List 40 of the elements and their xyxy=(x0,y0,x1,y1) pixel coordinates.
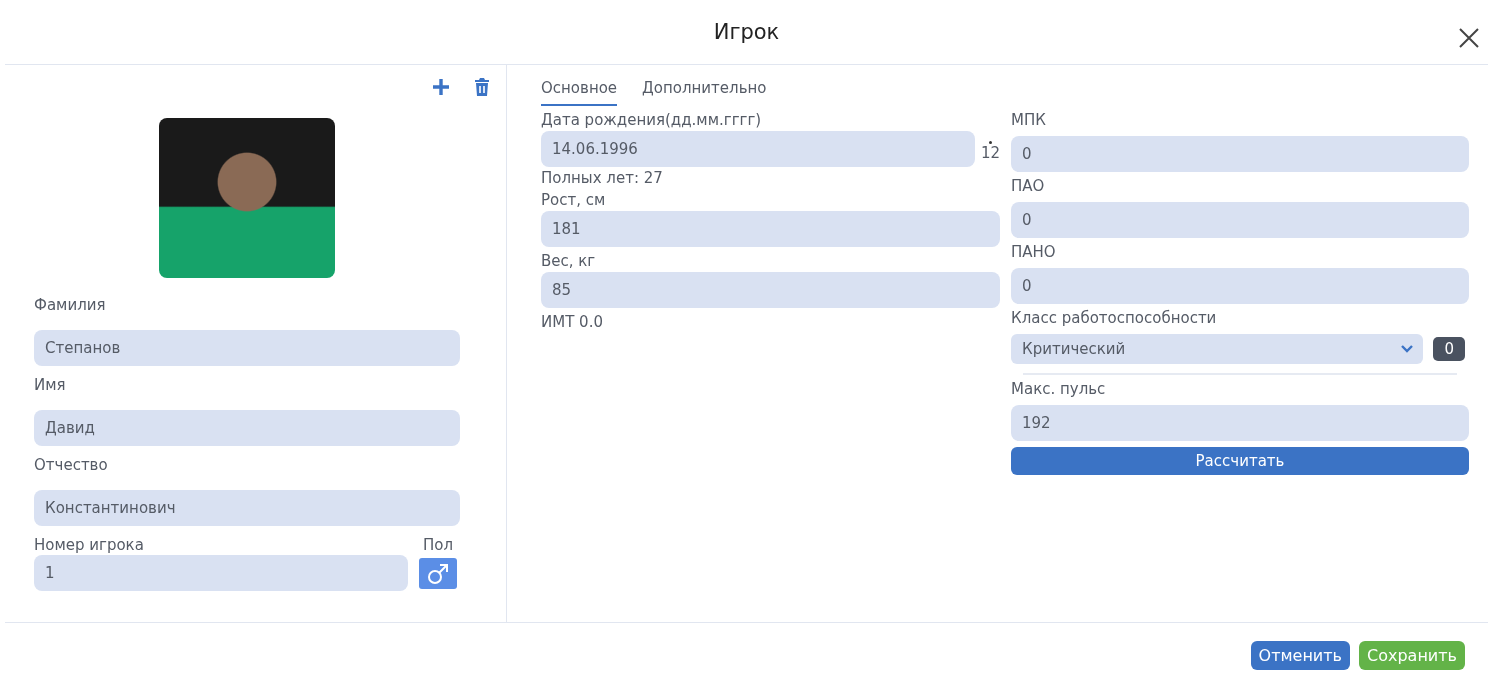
input-field[interactable]: 1 xyxy=(34,555,408,591)
cancel-button[interactable]: Отменить xyxy=(1250,641,1350,670)
input-field[interactable]: 192 xyxy=(1011,405,1469,441)
field-label: ПАНО xyxy=(1011,243,1057,261)
field-label: ПАО xyxy=(1011,177,1046,195)
male-symbol-icon[interactable] xyxy=(419,558,457,589)
dialog-title: Игрок xyxy=(713,19,780,44)
input-field[interactable]: Степанов xyxy=(34,330,460,366)
field-label: Рост, см xyxy=(541,191,607,209)
field-label: Дата рождения(дд.мм.гггг) xyxy=(541,111,763,129)
field-label: Пол xyxy=(422,536,453,554)
field-label: Вес, кг xyxy=(541,252,597,270)
dropdown-select[interactable]: Критический xyxy=(1011,334,1424,364)
input-field[interactable]: 0 xyxy=(1011,268,1469,304)
input-field[interactable]: 0 xyxy=(1011,202,1469,238)
close-icon[interactable] xyxy=(1458,27,1480,49)
field-label: Номер игрока xyxy=(34,536,145,554)
count-badge: 0 xyxy=(1433,337,1465,361)
trash-icon[interactable] xyxy=(474,78,490,96)
date-field[interactable]: 14.06.1996 xyxy=(541,131,975,167)
input-field[interactable]: 181 xyxy=(541,211,1000,247)
field-label: Макс. пульс xyxy=(1011,380,1107,398)
tab[interactable]: Основное xyxy=(541,75,618,106)
field-label: Отчество xyxy=(34,456,109,474)
calculate-button[interactable]: Рассчитать xyxy=(1011,447,1469,475)
add-icon[interactable] xyxy=(432,78,450,96)
side-text: 12 xyxy=(980,143,1000,162)
chevron-down-icon xyxy=(1401,345,1414,353)
input-field[interactable]: 85 xyxy=(541,272,1000,308)
tab[interactable]: Дополнительно xyxy=(642,75,767,106)
input-field[interactable]: Давид xyxy=(34,410,460,446)
age-text: Полных лет: 27 xyxy=(541,169,664,187)
bmi-text: ИМТ 0.0 xyxy=(541,313,604,331)
field-label: Фамилия xyxy=(34,296,107,314)
dot-icon xyxy=(988,140,992,144)
field-label: МПК xyxy=(1011,111,1047,129)
field-label: Класс работоспособности xyxy=(1011,309,1218,327)
input-field[interactable]: Константинович xyxy=(34,490,460,526)
field-label: Имя xyxy=(34,376,67,394)
input-field[interactable]: 0 xyxy=(1011,136,1469,172)
